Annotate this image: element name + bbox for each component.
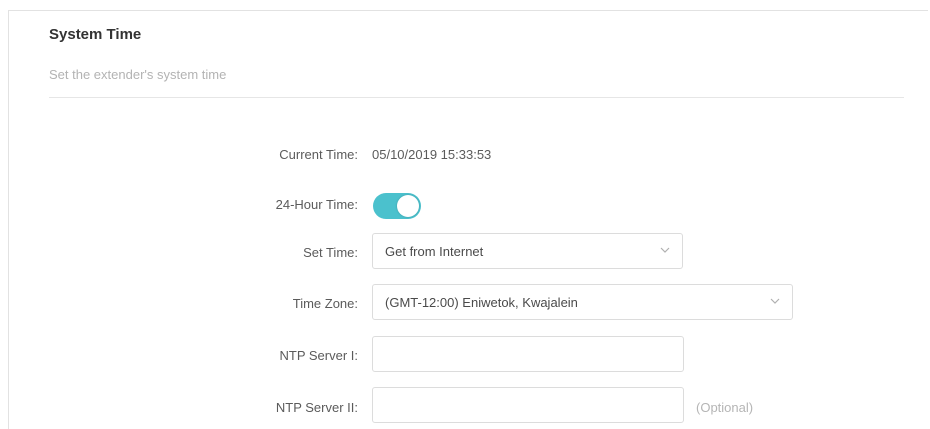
current-time-label: Current Time: — [279, 147, 358, 162]
ntp-server-1-label: NTP Server I: — [279, 348, 358, 363]
divider — [49, 97, 904, 98]
chevron-down-icon — [660, 247, 670, 253]
page-subtitle: Set the extender's system time — [49, 67, 227, 82]
ntp-server-2-input[interactable] — [372, 387, 684, 423]
time-zone-select[interactable]: (GMT-12:00) Eniwetok, Kwajalein — [372, 284, 793, 320]
chevron-down-icon — [770, 298, 780, 304]
page-title: System Time — [49, 26, 142, 43]
hour24-toggle[interactable] — [373, 193, 421, 219]
optional-hint: (Optional) — [696, 400, 754, 415]
toggle-knob — [397, 195, 419, 217]
set-time-label: Set Time: — [303, 245, 358, 260]
time-zone-selected-value: (GMT-12:00) Eniwetok, Kwajalein — [385, 295, 578, 310]
set-time-selected-value: Get from Internet — [385, 244, 484, 259]
ntp-server-2-label: NTP Server II: — [275, 400, 358, 415]
set-time-select[interactable]: Get from Internet — [372, 233, 683, 269]
current-time-value: 05/10/2019 15:33:53 — [372, 147, 492, 162]
ntp-server-1-input[interactable] — [372, 336, 684, 372]
time-zone-label: Time Zone: — [292, 296, 358, 311]
hour24-label: 24-Hour Time: — [275, 197, 358, 212]
